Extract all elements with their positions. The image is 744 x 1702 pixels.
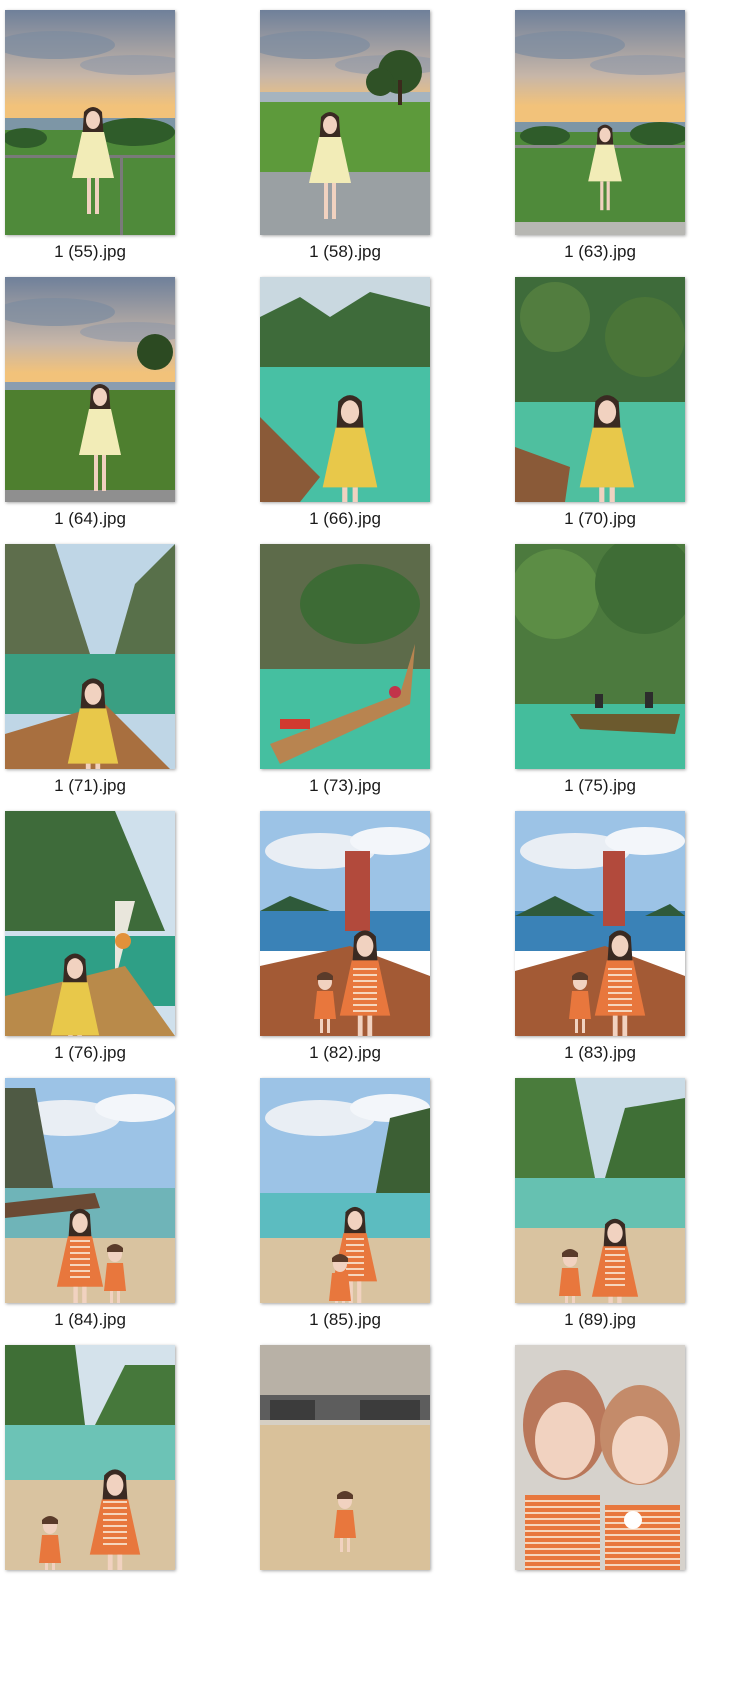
file-tile[interactable]: 1 (66).jpg	[255, 267, 485, 534]
file-name-label[interactable]: 1 (71).jpg	[0, 775, 205, 797]
file-name-label[interactable]: 1 (82).jpg	[230, 1042, 460, 1064]
image-thumbnail[interactable]	[5, 544, 175, 769]
file-tile[interactable]	[0, 1335, 230, 1602]
file-tile[interactable]: 1 (85).jpg	[255, 1068, 485, 1335]
image-thumbnail[interactable]	[5, 811, 175, 1036]
file-name-label[interactable]: 1 (89).jpg	[485, 1309, 715, 1331]
image-thumbnail[interactable]	[260, 1345, 430, 1570]
file-tile[interactable]: 1 (76).jpg	[0, 801, 230, 1068]
file-tile[interactable]: 1 (83).jpg	[510, 801, 740, 1068]
file-tile[interactable]: 1 (84).jpg	[0, 1068, 230, 1335]
image-thumbnail[interactable]	[515, 277, 685, 502]
file-tile[interactable]: 1 (82).jpg	[255, 801, 485, 1068]
file-tile[interactable]	[510, 1335, 740, 1602]
file-name-label[interactable]: 1 (76).jpg	[0, 1042, 205, 1064]
image-thumbnail[interactable]	[515, 544, 685, 769]
file-name-label[interactable]: 1 (75).jpg	[485, 775, 715, 797]
file-name-label[interactable]: 1 (84).jpg	[0, 1309, 205, 1331]
file-tile[interactable]	[255, 1335, 485, 1602]
image-thumbnail[interactable]	[260, 1078, 430, 1303]
file-tile[interactable]: 1 (71).jpg	[0, 534, 230, 801]
file-tile[interactable]: 1 (75).jpg	[510, 534, 740, 801]
file-name-label[interactable]: 1 (73).jpg	[230, 775, 460, 797]
image-thumbnail[interactable]	[515, 1078, 685, 1303]
file-tile[interactable]: 1 (64).jpg	[0, 267, 230, 534]
image-thumbnail[interactable]	[515, 811, 685, 1036]
thumbnail-grid: 1 (55).jpg 1 (58).jpg 1 (63).jpg 1 (64).…	[0, 0, 744, 1702]
file-name-label[interactable]: 1 (83).jpg	[485, 1042, 715, 1064]
image-thumbnail[interactable]	[5, 277, 175, 502]
image-thumbnail[interactable]	[260, 277, 430, 502]
image-thumbnail[interactable]	[515, 1345, 685, 1570]
image-thumbnail[interactable]	[515, 10, 685, 235]
image-thumbnail[interactable]	[5, 10, 175, 235]
file-tile[interactable]: 1 (63).jpg	[510, 0, 740, 267]
file-name-label[interactable]: 1 (55).jpg	[0, 241, 205, 263]
file-name-label[interactable]: 1 (85).jpg	[230, 1309, 460, 1331]
file-name-label[interactable]: 1 (64).jpg	[0, 508, 205, 530]
file-name-label[interactable]: 1 (58).jpg	[230, 241, 460, 263]
file-name-label[interactable]: 1 (70).jpg	[485, 508, 715, 530]
file-tile[interactable]: 1 (70).jpg	[510, 267, 740, 534]
image-thumbnail[interactable]	[260, 10, 430, 235]
image-thumbnail[interactable]	[260, 811, 430, 1036]
file-tile[interactable]: 1 (58).jpg	[255, 0, 485, 267]
file-name-label[interactable]: 1 (66).jpg	[230, 508, 460, 530]
file-name-label[interactable]: 1 (63).jpg	[485, 241, 715, 263]
image-thumbnail[interactable]	[5, 1078, 175, 1303]
file-tile[interactable]: 1 (73).jpg	[255, 534, 485, 801]
image-thumbnail[interactable]	[260, 544, 430, 769]
image-thumbnail[interactable]	[5, 1345, 175, 1570]
file-tile[interactable]: 1 (89).jpg	[510, 1068, 740, 1335]
file-tile[interactable]: 1 (55).jpg	[0, 0, 230, 267]
